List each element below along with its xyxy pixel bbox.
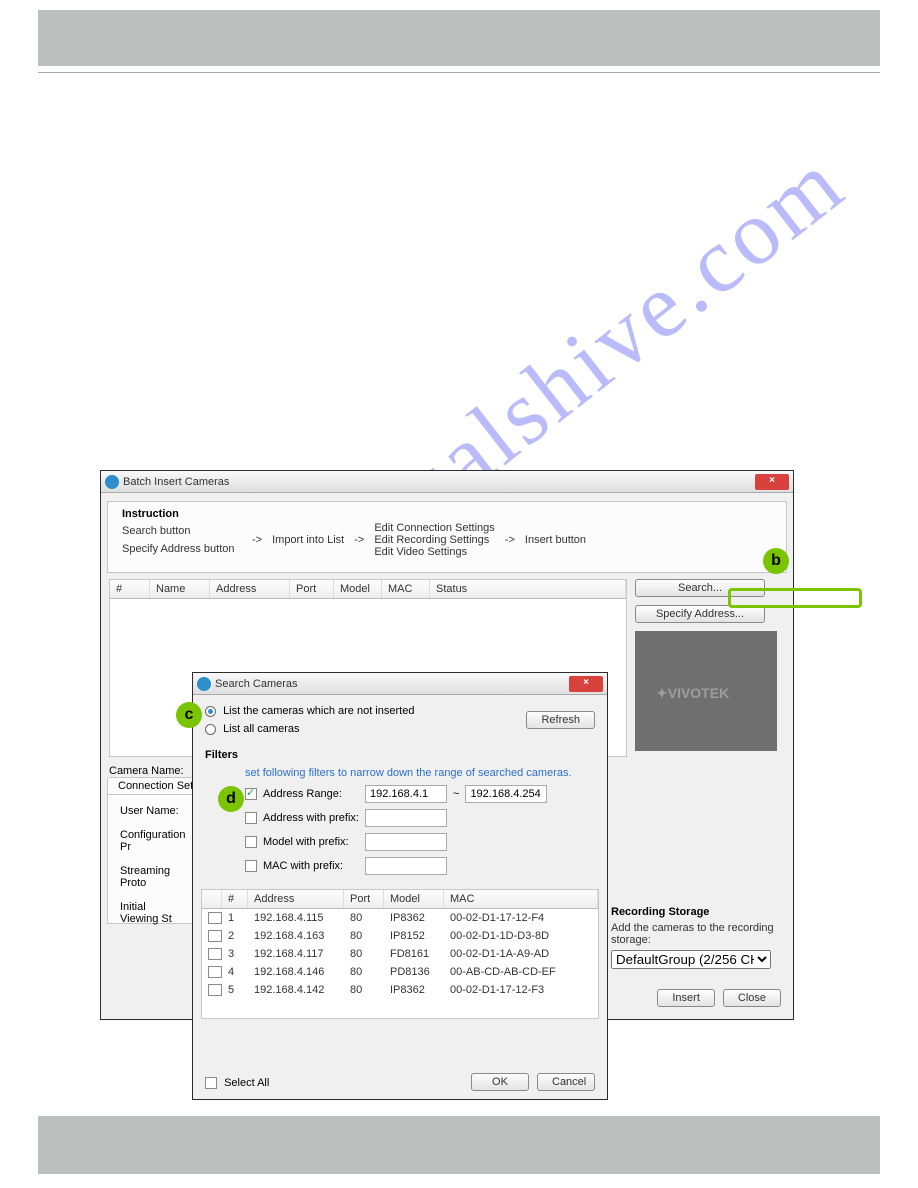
close-icon[interactable]: × xyxy=(755,474,789,490)
table-row[interactable]: 2192.168.4.16380IP815200-02-D1-1D-D3-8D xyxy=(202,927,598,945)
search-results-table: # Address Port Model MAC 1192.168.4.1158… xyxy=(201,889,599,1019)
row-checkbox[interactable] xyxy=(208,912,222,924)
rcol-mac: MAC xyxy=(444,890,598,908)
table-row[interactable]: 1192.168.4.11580IP836200-02-D1-17-12-F4 xyxy=(202,909,598,927)
addr-range-label: Address Range: xyxy=(263,788,359,800)
row-checkbox[interactable] xyxy=(208,948,222,960)
annotation-badge-c: c xyxy=(176,702,202,728)
addr-to-input[interactable] xyxy=(465,785,547,803)
arrow-2: -> xyxy=(354,534,364,546)
instruction-edit-conn: Edit Connection Settings xyxy=(374,522,494,534)
window-title: Batch Insert Cameras xyxy=(123,476,229,488)
rcol-port: Port xyxy=(344,890,384,908)
window-titlebar: Batch Insert Cameras × xyxy=(101,471,793,493)
svg-text:✦VIVOTEK: ✦VIVOTEK xyxy=(656,685,729,701)
row-checkbox[interactable] xyxy=(208,966,222,978)
results-header: # Address Port Model MAC xyxy=(202,890,598,909)
instruction-search-label: Search button xyxy=(122,525,242,537)
table-row[interactable]: 4192.168.4.14680PD813600-AB-CD-AB-CD-EF xyxy=(202,963,598,981)
refresh-button[interactable]: Refresh xyxy=(526,711,595,729)
close-icon[interactable]: × xyxy=(569,676,603,692)
camera-list-header: # Name Address Port Model MAC Status xyxy=(110,580,626,599)
storage-hint: Add the cameras to the recording storage… xyxy=(611,922,781,946)
opt-not-inserted: List the cameras which are not inserted xyxy=(223,705,414,717)
annotation-badge-d: d xyxy=(218,786,244,812)
search-button[interactable]: Search... xyxy=(635,579,765,597)
storage-select[interactable]: DefaultGroup (2/256 CH) xyxy=(611,950,771,969)
filters-header: Filters xyxy=(205,749,595,761)
col-addr: Address xyxy=(210,580,290,598)
instruction-edit-rec: Edit Recording Settings xyxy=(374,534,494,546)
cancel-button[interactable]: Cancel xyxy=(537,1073,595,1091)
model-prefix-label: Model with prefix: xyxy=(263,836,359,848)
col-model: Model xyxy=(334,580,382,598)
mac-prefix-checkbox[interactable] xyxy=(245,860,257,872)
header-rule xyxy=(38,72,880,73)
instruction-specify-label: Specify Address button xyxy=(122,543,242,555)
rcol-addr: Address xyxy=(248,890,344,908)
mac-prefix-label: MAC with prefix: xyxy=(263,860,359,872)
close-button[interactable]: Close xyxy=(723,989,781,1007)
page-footer-bar xyxy=(38,1116,880,1174)
app-icon xyxy=(197,677,211,691)
streaming-label: Streaming Proto xyxy=(120,865,184,889)
instruction-insert-label: Insert button xyxy=(525,534,586,546)
col-status: Status xyxy=(430,580,626,598)
row-checkbox[interactable] xyxy=(208,984,222,996)
mac-prefix-input[interactable] xyxy=(365,857,447,875)
search-titlebar: Search Cameras × xyxy=(193,673,607,695)
username-label: User Name: xyxy=(120,805,184,817)
rcol-num: # xyxy=(222,890,248,908)
col-port: Port xyxy=(290,580,334,598)
addr-prefix-input[interactable] xyxy=(365,809,447,827)
instruction-edit-vid: Edit Video Settings xyxy=(374,546,494,558)
opt-all: List all cameras xyxy=(223,723,299,735)
camera-preview-thumb: ✦VIVOTEK xyxy=(635,631,777,751)
search-title: Search Cameras xyxy=(215,678,298,690)
radio-not-inserted[interactable] xyxy=(205,706,216,717)
camera-name-label: Camera Name: xyxy=(109,765,184,777)
page-header-bar xyxy=(38,10,880,66)
row-checkbox[interactable] xyxy=(208,930,222,942)
rcol-model: Model xyxy=(384,890,444,908)
instruction-group: Instruction Search button Specify Addres… xyxy=(107,501,787,573)
col-mac: MAC xyxy=(382,580,430,598)
table-row[interactable]: 5192.168.4.14280IP836200-02-D1-17-12-F3 xyxy=(202,981,598,999)
addr-range-checkbox[interactable] xyxy=(245,788,257,800)
select-all-checkbox[interactable] xyxy=(205,1077,217,1089)
ok-button[interactable]: OK xyxy=(471,1073,529,1091)
annotation-badge-b: b xyxy=(763,548,789,574)
search-cameras-window: Search Cameras × List the cameras which … xyxy=(192,672,608,1100)
table-row[interactable]: 3192.168.4.11780FD816100-02-D1-1A-A9-AD xyxy=(202,945,598,963)
tilde: ~ xyxy=(453,788,459,800)
insert-button[interactable]: Insert xyxy=(657,989,715,1007)
app-icon xyxy=(105,475,119,489)
addr-prefix-checkbox[interactable] xyxy=(245,812,257,824)
model-prefix-checkbox[interactable] xyxy=(245,836,257,848)
col-name: Name xyxy=(150,580,210,598)
col-num: # xyxy=(110,580,150,598)
config-label: Configuration Pr xyxy=(120,829,184,853)
instruction-import: Import into List xyxy=(272,534,344,546)
arrow-3: -> xyxy=(505,534,515,546)
addr-prefix-label: Address with prefix: xyxy=(263,812,359,824)
addr-from-input[interactable] xyxy=(365,785,447,803)
filters-hint: set following filters to narrow down the… xyxy=(245,767,595,779)
arrow-1: -> xyxy=(252,534,262,546)
specify-address-button[interactable]: Specify Address... xyxy=(635,605,765,623)
select-all-label: Select All xyxy=(224,1077,269,1089)
model-prefix-input[interactable] xyxy=(365,833,447,851)
radio-all[interactable] xyxy=(205,724,216,735)
viewing-label: Initial Viewing St xyxy=(120,901,184,925)
storage-header: Recording Storage xyxy=(611,906,781,918)
